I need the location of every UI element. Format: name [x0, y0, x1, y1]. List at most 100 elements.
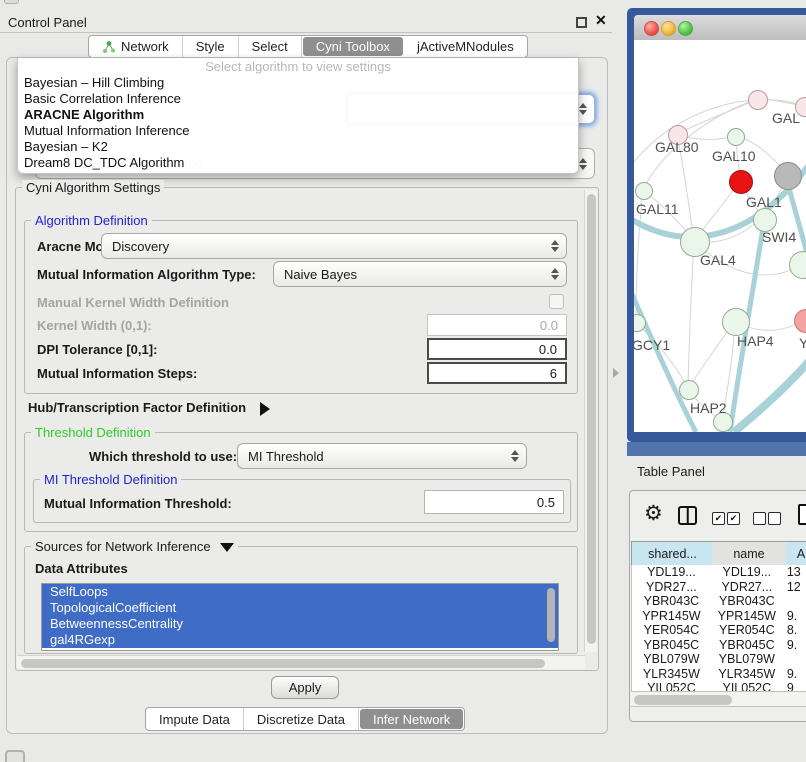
network-window-titlebar[interactable]: [634, 15, 806, 41]
which-threshold-value: MI Threshold: [248, 449, 324, 464]
table-row[interactable]: YER054CYER054C8.: [632, 623, 806, 638]
network-canvas[interactable]: GAL80 GAL10 GAL1 GAL11 SWI4 GAL4 GCY1 HA…: [634, 40, 806, 432]
cell[interactable]: YBL079W: [711, 652, 783, 667]
float-window-icon[interactable]: [576, 17, 587, 28]
splitpane-divider-arrow[interactable]: [613, 368, 619, 378]
checked-box-icon[interactable]: ✔: [712, 512, 725, 525]
network-node-hap4[interactable]: [722, 308, 750, 336]
unchecked-box-icon[interactable]: [753, 512, 766, 525]
dropdown-item[interactable]: Mutual Information Inference: [18, 123, 578, 139]
cell[interactable]: YBR045C: [632, 638, 711, 653]
network-node-selected-red[interactable]: [729, 170, 753, 194]
node-label: HAP4: [737, 333, 774, 349]
cell[interactable]: 9.: [783, 638, 806, 653]
tab-jactivemnodules[interactable]: jActiveMNodules: [404, 36, 527, 57]
list-item[interactable]: TopologicalCoefficient: [42, 600, 558, 616]
unchecked-box-icon[interactable]: [768, 512, 781, 525]
cell[interactable]: YDR27...: [632, 580, 711, 595]
cell[interactable]: YDL19...: [711, 565, 783, 580]
tab-network[interactable]: Network: [89, 36, 183, 57]
cell[interactable]: 8.: [783, 623, 806, 638]
dropdown-item[interactable]: Dream8 DC_TDC Algorithm: [18, 155, 578, 171]
tab-select[interactable]: Select: [239, 36, 302, 57]
network-node-gal10[interactable]: [727, 128, 745, 146]
tab-impute-data[interactable]: Impute Data: [146, 708, 244, 730]
attributes-scrollbar-thumb[interactable]: [547, 588, 555, 642]
hub-definition-expander[interactable]: Hub/Transcription Factor Definition: [28, 400, 270, 416]
column-header-shared-name[interactable]: shared...: [631, 541, 714, 567]
split-columns-icon[interactable]: [678, 506, 697, 525]
settings-hscrollbar-thumb[interactable]: [21, 659, 545, 668]
table-hscrollbar-thumb[interactable]: [634, 695, 732, 705]
dropdown-item[interactable]: Basic Correlation Inference: [18, 91, 578, 107]
which-threshold-combobox[interactable]: MI Threshold: [237, 443, 527, 469]
network-node[interactable]: [748, 90, 768, 110]
cell[interactable]: YER054C: [711, 623, 783, 638]
table-row[interactable]: YDL19...YDL19...13: [632, 565, 806, 580]
settings-vscrollbar-thumb[interactable]: [587, 194, 596, 644]
table-row[interactable]: YBR043CYBR043C: [632, 594, 806, 609]
close-icon[interactable]: ✕: [595, 12, 607, 29]
dropdown-item[interactable]: Bayesian – K2: [18, 139, 578, 155]
cell[interactable]: 9: [783, 681, 806, 691]
tab-infer-network[interactable]: Infer Network: [360, 709, 463, 729]
column-header-partial[interactable]: A: [786, 541, 806, 567]
cell[interactable]: YBR043C: [632, 594, 711, 609]
zoom-traffic-light-icon[interactable]: [678, 21, 693, 36]
table-row[interactable]: YDR27...YDR27...12: [632, 580, 806, 595]
cell[interactable]: YBL079W: [632, 652, 711, 667]
cell[interactable]: YBR043C: [711, 594, 783, 609]
cell[interactable]: YBR045C: [711, 638, 783, 653]
cell[interactable]: YLR345W: [711, 667, 783, 682]
table-row[interactable]: YBL079WYBL079W: [632, 652, 806, 667]
cell[interactable]: YPR145W: [632, 609, 711, 624]
dpi-tolerance-field[interactable]: 0.0: [427, 338, 567, 360]
sources-group-title[interactable]: Sources for Network Inference: [31, 539, 238, 554]
cell[interactable]: YPR145W: [711, 609, 783, 624]
apply-button[interactable]: Apply: [271, 676, 339, 699]
mi-type-combobox[interactable]: Naive Bayes: [273, 261, 567, 287]
list-item[interactable]: BetweennessCentrality: [42, 616, 558, 632]
dropdown-item-highlighted[interactable]: ARACNE Algorithm: [18, 107, 578, 123]
close-traffic-light-icon[interactable]: [644, 21, 659, 36]
hub-definition-label: Hub/Transcription Factor Definition: [28, 400, 246, 415]
list-item[interactable]: gal4RGexp: [42, 632, 558, 648]
cell[interactable]: 9.: [783, 609, 806, 624]
node-label: Y: [799, 335, 806, 351]
table-row[interactable]: YLR345WYLR345W9.: [632, 667, 806, 682]
checked-box-icon[interactable]: ✔: [727, 512, 740, 525]
network-node-hap2[interactable]: [679, 380, 699, 400]
network-node-gray[interactable]: [774, 162, 802, 190]
mi-threshold-field[interactable]: 0.5: [424, 490, 564, 514]
cell[interactable]: [783, 594, 806, 609]
mi-steps-field[interactable]: 6: [427, 362, 567, 384]
cell[interactable]: [783, 652, 806, 667]
tab-network-label: Network: [121, 39, 169, 54]
table-row[interactable]: YBR045CYBR045C9.: [632, 638, 806, 653]
gear-icon[interactable]: ⚙: [644, 503, 663, 524]
cell[interactable]: YLR345W: [632, 667, 711, 682]
document-icon[interactable]: [798, 504, 806, 525]
cell[interactable]: 12: [783, 580, 806, 595]
minimize-traffic-light-icon[interactable]: [661, 21, 676, 36]
table-row[interactable]: YIL052CYIL052C9: [632, 681, 806, 691]
tab-discretize-data[interactable]: Discretize Data: [244, 708, 359, 730]
panel-grip-icon[interactable]: [5, 750, 25, 762]
network-node-gal11[interactable]: [635, 182, 653, 200]
aracne-mode-combobox[interactable]: Discovery: [101, 233, 567, 259]
cell[interactable]: YER054C: [632, 623, 711, 638]
cell[interactable]: YDR27...: [711, 580, 783, 595]
column-header-name[interactable]: name: [712, 541, 787, 567]
tab-style[interactable]: Style: [183, 36, 239, 57]
cell[interactable]: 9.: [783, 667, 806, 682]
tab-cyni-toolbox[interactable]: Cyni Toolbox: [303, 37, 403, 56]
cell[interactable]: YDL19...: [632, 565, 711, 580]
tab-style-label: Style: [196, 39, 225, 54]
table-row[interactable]: YPR145WYPR145W9.: [632, 609, 806, 624]
list-item[interactable]: SelfLoops: [42, 584, 558, 600]
dropdown-item[interactable]: Bayesian – Hill Climbing: [18, 75, 578, 91]
cell[interactable]: 13: [783, 565, 806, 580]
combo-arrows-icon: [511, 450, 519, 462]
cell[interactable]: YIL052C: [632, 681, 711, 691]
cell[interactable]: YIL052C: [711, 681, 783, 691]
